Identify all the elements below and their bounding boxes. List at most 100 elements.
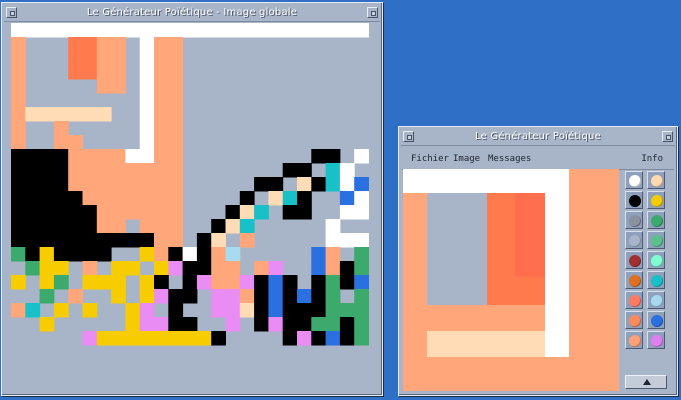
- pixel: [111, 37, 126, 52]
- swatch-light-blue[interactable]: [647, 291, 665, 309]
- swatch-white[interactable]: [625, 171, 643, 189]
- pixel: [168, 233, 184, 248]
- menu-fichier[interactable]: Fichier: [411, 154, 449, 164]
- pixel: [339, 205, 355, 220]
- pixel: [82, 107, 98, 122]
- pixel: [39, 191, 55, 206]
- pixel: [11, 149, 26, 164]
- main-window-titlebar[interactable]: Le Générateur Poïétique - Image globale: [4, 5, 380, 22]
- pixel: [196, 275, 212, 290]
- swatch-light-salmon[interactable]: [625, 331, 643, 349]
- pixel: [268, 23, 284, 38]
- swatch-yellow[interactable]: [647, 191, 665, 209]
- maximize-icon[interactable]: [662, 131, 673, 142]
- pixel: [427, 331, 545, 357]
- pixel: [53, 107, 69, 122]
- pixel: [82, 233, 98, 248]
- pixel: [11, 219, 26, 234]
- pixel: [39, 107, 55, 122]
- pixel: [39, 261, 55, 276]
- pixel: [168, 331, 184, 346]
- pixel: [311, 261, 327, 276]
- swatch-green[interactable]: [647, 211, 665, 229]
- maximize-icon[interactable]: [367, 7, 378, 18]
- pixel: [354, 261, 369, 276]
- pixel: [25, 205, 41, 220]
- pixel: [297, 177, 312, 192]
- pixel: [68, 163, 83, 178]
- pixel: [403, 169, 569, 193]
- pixel: [139, 205, 155, 220]
- pixel: [82, 23, 98, 38]
- pixel: [82, 205, 98, 220]
- pixel: [225, 219, 241, 234]
- swatch-black[interactable]: [625, 191, 643, 209]
- pixel: [25, 233, 41, 248]
- pixel: [325, 163, 341, 178]
- pixel: [182, 317, 198, 332]
- pixel: [11, 51, 26, 66]
- swatch-maroon[interactable]: [625, 251, 643, 269]
- swatch-coral[interactable]: [625, 311, 643, 329]
- pixel: [168, 219, 184, 234]
- pixel: [111, 23, 126, 38]
- menu-image[interactable]: Image: [453, 154, 480, 164]
- pixel: [282, 303, 298, 318]
- palette-window-titlebar[interactable]: Le Générateur Poïétique: [401, 129, 675, 146]
- pixel: [111, 177, 126, 192]
- pixel: [82, 149, 98, 164]
- drawing-canvas[interactable]: [403, 169, 619, 391]
- swatch-peach[interactable]: [647, 171, 665, 189]
- blue-color-dot: [651, 315, 663, 327]
- pixel: [11, 107, 26, 122]
- pixel: [39, 163, 55, 178]
- pixel: [154, 163, 169, 178]
- swatch-orange[interactable]: [625, 271, 643, 289]
- swatch-gray[interactable]: [625, 211, 643, 229]
- pixel: [354, 191, 369, 206]
- pixel: [96, 205, 112, 220]
- pixel: [225, 205, 241, 220]
- pixel: [168, 289, 184, 304]
- pixel: [82, 275, 98, 290]
- swatch-aquamarine[interactable]: [647, 251, 665, 269]
- pixel: [53, 247, 69, 262]
- pixel: [154, 65, 169, 80]
- pixel: [125, 317, 141, 332]
- scroll-up-button[interactable]: [625, 375, 667, 389]
- pixel: [211, 303, 226, 318]
- pixel: [11, 79, 26, 94]
- swatch-cyan[interactable]: [647, 271, 665, 289]
- menu-messages[interactable]: Messages: [488, 154, 531, 164]
- pixel: [139, 331, 155, 346]
- pixel: [139, 289, 155, 304]
- swatch-sea-green[interactable]: [647, 231, 665, 249]
- pixel: [111, 163, 126, 178]
- pixel: [168, 191, 184, 206]
- pixel: [254, 23, 269, 38]
- pixel: [111, 289, 126, 304]
- pixel: [339, 275, 355, 290]
- pixel: [154, 121, 169, 136]
- menu-info[interactable]: Info: [641, 154, 663, 164]
- pixel: [325, 247, 341, 262]
- swatch-salmon[interactable]: [625, 291, 643, 309]
- pixel: [211, 275, 226, 290]
- pixel: [297, 289, 312, 304]
- pixel: [68, 107, 83, 122]
- pixel: [339, 163, 355, 178]
- swatch-violet[interactable]: [647, 331, 665, 349]
- pixel: [111, 233, 126, 248]
- pixel: [225, 275, 241, 290]
- pixel: [53, 205, 69, 220]
- pixel: [297, 191, 312, 206]
- pixel: [68, 219, 83, 234]
- pixel: [139, 275, 155, 290]
- swatch-blue[interactable]: [647, 311, 665, 329]
- pixel: [25, 23, 41, 38]
- pixel: [139, 177, 155, 192]
- peach-color-dot: [651, 175, 663, 187]
- swatch-lavender-gray[interactable]: [625, 231, 643, 249]
- pixel: [111, 205, 126, 220]
- pixel: [311, 23, 327, 38]
